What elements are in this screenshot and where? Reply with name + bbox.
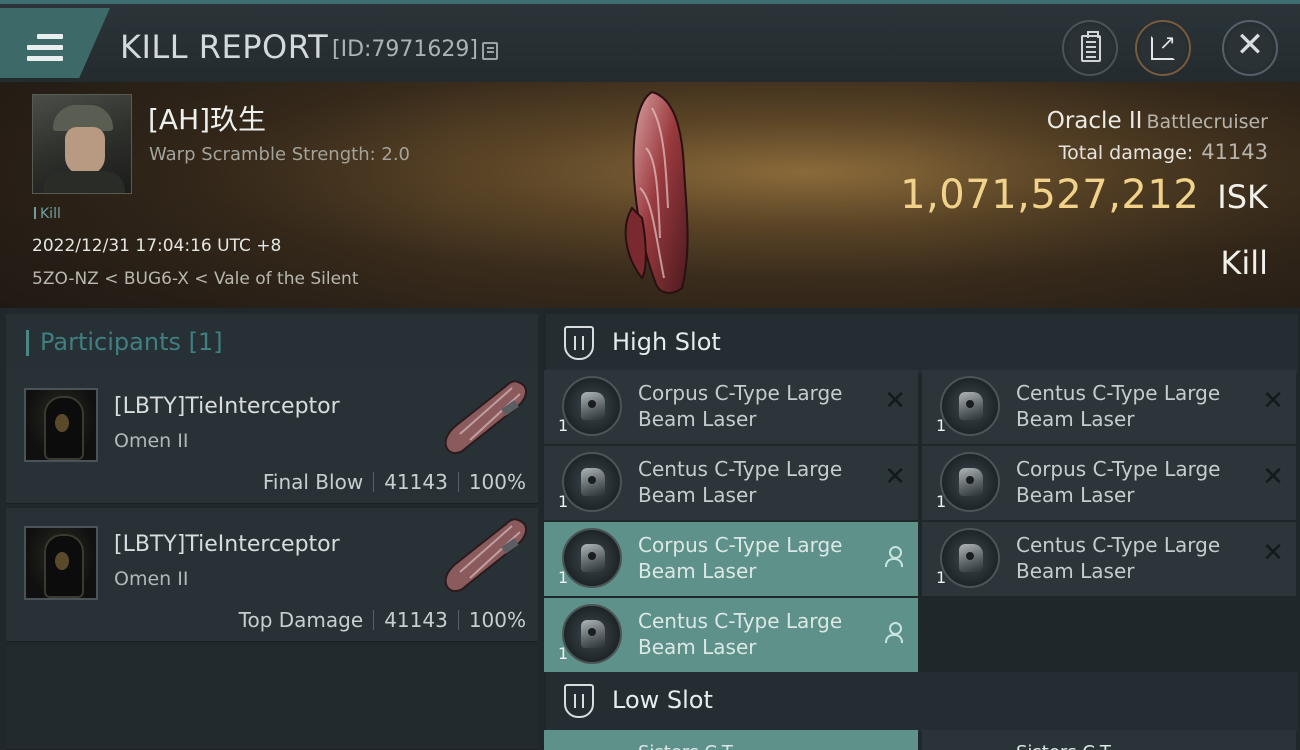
participant-damage: 41143 [384,608,448,632]
module-item[interactable]: 1 Centus C-Type Large Beam Laser [544,598,918,672]
module-item[interactable]: 1 Centus C-Type Large Beam Laser ✕ [544,446,918,520]
module-qty: 1 [936,568,947,587]
module-item[interactable]: 1 Centus C-Type Large Beam Laser ✕ [922,522,1296,596]
module-qty: 1 [936,492,947,511]
participant-ship-icon[interactable] [436,378,532,458]
participant-percent: 100% [468,470,526,494]
high-slot-label: High Slot [612,328,721,356]
module-item[interactable]: Sisters C-T [544,730,918,750]
clipboard-icon [1081,31,1101,62]
module-qty: 1 [558,644,569,663]
participant-row[interactable]: [LBTY]TieInterceptor Omen II Top Damage 4… [6,508,538,642]
module-name: Centus C-Type Large Beam Laser [638,609,843,659]
module-name: Corpus C-Type Large Beam Laser [638,381,843,431]
header-bar: KILL REPORT [ID:7971629] ↗ ✕ [0,0,1300,82]
dropped-person-icon [884,622,904,644]
victim-name[interactable]: [AH]玖生 [148,98,266,138]
total-damage: Total damage: 41143 [1058,140,1268,164]
module-name: Sisters C-T [638,742,733,750]
participant-stats: Top Damage 41143 100% [239,608,526,632]
low-slot-header: Low Slot [546,672,1298,732]
module-name: Centus C-Type Large Beam Laser [638,457,843,507]
pilot-icon[interactable] [24,526,98,600]
destroyed-x-icon: ✕ [1262,386,1284,416]
module-qty: 1 [936,416,947,435]
module-icon [562,528,622,588]
victim-portrait[interactable] [32,94,132,194]
kill-datetime: 2022/12/31 17:04:16 UTC +8 [32,236,282,256]
warp-scramble-strength: Warp Scramble Strength: 2.0 [149,144,411,165]
module-item[interactable]: Sisters C-T [922,730,1296,750]
module-icon [562,376,622,436]
slot-shield-icon [564,684,594,718]
module-name: Centus C-Type Large Beam Laser [1016,381,1221,431]
module-qty: 1 [558,492,569,511]
module-name: Centus C-Type Large Beam Laser [1016,533,1221,583]
participant-row[interactable]: [LBTY]TieInterceptor Omen II Final Blow 4… [6,370,538,504]
victim-ship-image[interactable] [612,88,712,298]
module-icon [562,452,622,512]
module-icon [940,376,1000,436]
module-name: Corpus C-Type Large Beam Laser [1016,457,1221,507]
module-icon [940,452,1000,512]
participants-panel: Participants [1] [LBTY]TieInterceptor Om… [0,308,540,750]
participant-name[interactable]: [LBTY]TieInterceptor [114,394,340,419]
destroyed-x-icon: ✕ [1262,538,1284,568]
module-icon [940,528,1000,588]
module-item[interactable]: 1 Corpus C-Type Large Beam Laser [544,522,918,596]
module-item[interactable]: 1 Corpus C-Type Large Beam Laser ✕ [544,370,918,444]
pilot-icon[interactable] [24,388,98,462]
copy-icon[interactable] [482,42,498,60]
isk-unit: ISK [1217,178,1268,216]
module-item[interactable]: 1 Centus C-Type Large Beam Laser ✕ [922,370,1296,444]
destroyed-x-icon: ✕ [884,462,906,492]
participant-damage: 41143 [384,470,448,494]
isk-value: 1,071,527,212 ISK [900,172,1268,218]
module-icon [562,604,622,664]
menu-button[interactable] [0,8,110,78]
kill-location[interactable]: 5ZO-NZ < BUG6-X < Vale of the Silent [32,269,359,289]
participant-ship: Omen II [114,430,189,452]
isk-amount: 1,071,527,212 [900,172,1200,218]
module-qty: 1 [558,416,569,435]
close-icon: ✕ [1235,25,1265,65]
participant-percent: 100% [468,608,526,632]
module-qty: 1 [558,568,569,587]
destroyed-x-icon: ✕ [884,386,906,416]
participant-role: Final Blow [262,470,364,494]
destroyed-x-icon: ✕ [1262,462,1284,492]
participant-role: Top Damage [238,608,364,632]
participant-ship-icon[interactable] [436,516,532,596]
dropped-person-icon [884,546,904,568]
victim-banner: Kill [AH]玖生 Warp Scramble Strength: 2.0 … [0,82,1300,308]
participant-ship: Omen II [114,568,189,590]
kill-tag: Kill [34,206,61,222]
module-item[interactable]: 1 Corpus C-Type Large Beam Laser ✕ [922,446,1296,520]
report-button[interactable] [1062,20,1118,76]
module-name: Corpus C-Type Large Beam Laser [638,533,843,583]
fitting-panel: High Slot 1 Corpus C-Type Large Beam Las… [540,308,1300,750]
module-name: Sisters C-T [1016,742,1111,750]
participants-empty-area [6,646,538,750]
participants-header: Participants [1] [6,314,538,372]
kill-type: Kill [1220,244,1268,282]
share-button[interactable]: ↗ [1135,20,1191,76]
participant-stats: Final Blow 41143 100% [263,470,526,494]
report-id: [ID:7971629] [332,37,478,62]
participants-title: Participants [1] [40,328,223,356]
low-slot-label: Low Slot [612,686,713,714]
page-title: KILL REPORT [120,28,329,66]
close-button[interactable]: ✕ [1222,20,1278,76]
slot-shield-icon [564,326,594,360]
participant-name[interactable]: [LBTY]TieInterceptor [114,532,340,557]
high-slot-header: High Slot [546,314,1298,374]
victim-ship-name[interactable]: Oracle II Battlecruiser [1047,108,1268,134]
menu-icon [27,34,63,62]
